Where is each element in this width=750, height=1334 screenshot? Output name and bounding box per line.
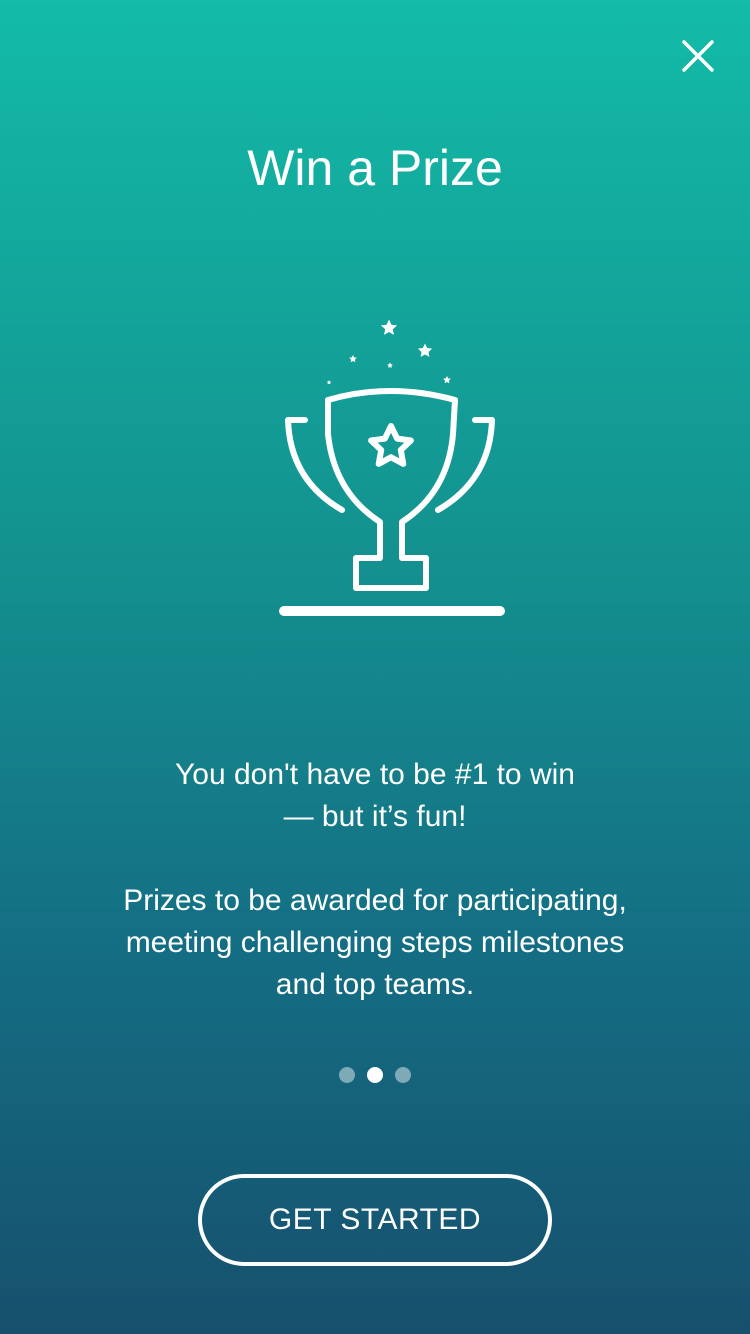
page-indicator — [0, 1067, 750, 1083]
get-started-button[interactable]: GET STARTED — [198, 1174, 552, 1266]
description-line: and top teams. — [275, 968, 475, 1001]
close-button[interactable] — [674, 32, 722, 80]
tagline-line: You don't have to be #1 to win — [175, 758, 575, 791]
description-line: meeting challenging steps milestones — [125, 926, 625, 959]
trophy-illustration — [270, 310, 510, 630]
description: Prizes to be awarded for participating, … — [60, 880, 690, 1006]
tagline-line: — but it’s fun! — [283, 800, 467, 833]
stars-icon — [326, 319, 451, 385]
description-line: Prizes to be awarded for participating, — [123, 884, 627, 917]
page-dot[interactable] — [339, 1067, 355, 1083]
close-icon — [682, 40, 714, 72]
page-dot-active[interactable] — [367, 1067, 383, 1083]
tagline: You don't have to be #1 to win — but it’… — [60, 754, 690, 838]
trophy-icon — [279, 319, 505, 616]
get-started-label: GET STARTED — [268, 1203, 482, 1236]
page-title: Win a Prize — [247, 140, 503, 196]
onboarding-screen: Win a Prize You don't have to be #1 to w… — [0, 0, 750, 1334]
page-dot[interactable] — [395, 1067, 411, 1083]
